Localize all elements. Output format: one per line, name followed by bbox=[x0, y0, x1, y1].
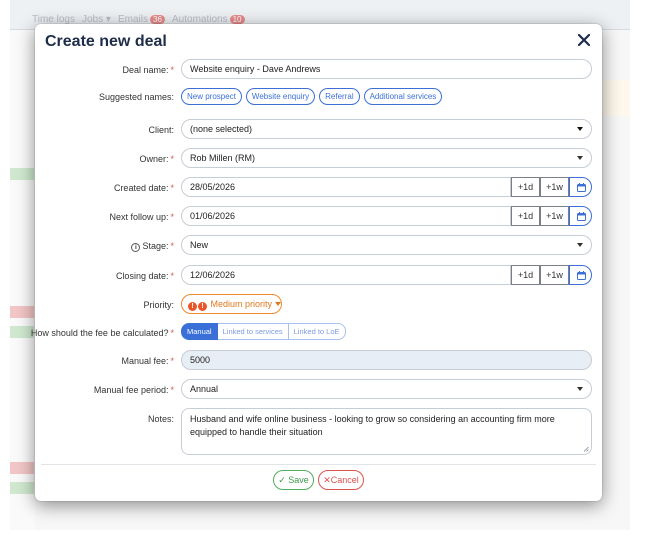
notes-row: Notes: Husband and wife online business … bbox=[35, 408, 602, 455]
closing-date-label: Closing date: * bbox=[115, 271, 174, 281]
fee-calc-option-linked-loe[interactable]: Linked to LoE bbox=[288, 323, 346, 340]
resize-handle-icon[interactable] bbox=[583, 446, 589, 452]
owner-label: Owner: * bbox=[139, 154, 174, 164]
notes-textarea[interactable]: Husband and wife online business - looki… bbox=[181, 408, 592, 455]
fee-calc-option-manual[interactable]: Manual bbox=[181, 323, 218, 340]
fee-calc-option-linked-services[interactable]: Linked to services bbox=[217, 323, 289, 340]
footer-divider bbox=[41, 464, 596, 465]
cancel-button[interactable]: ✕Cancel bbox=[318, 470, 364, 490]
check-icon: ✓ bbox=[278, 475, 286, 485]
next-follow-up-label: Next follow up: * bbox=[109, 212, 174, 222]
manual-fee-input[interactable]: 5000 bbox=[181, 350, 592, 370]
notes-label: Notes: bbox=[147, 414, 174, 424]
modal-title: Create new deal bbox=[45, 33, 167, 50]
info-icon[interactable]: i bbox=[131, 243, 141, 252]
priority-label: Priority: bbox=[143, 300, 174, 310]
closing-date-calendar-button[interactable] bbox=[569, 265, 592, 285]
x-icon: ✕ bbox=[323, 475, 331, 485]
bg-row-marker bbox=[10, 482, 34, 494]
calendar-icon bbox=[577, 183, 586, 192]
notes-text: Husband and wife online business - looki… bbox=[190, 414, 555, 437]
deal-name-label: Deal name: * bbox=[122, 65, 174, 75]
client-select[interactable]: (none selected) bbox=[181, 119, 592, 139]
fee-calc-label: How should the fee be calculated? * bbox=[30, 328, 174, 338]
bg-row-marker bbox=[10, 168, 34, 180]
chip-additional-services[interactable]: Additional services bbox=[363, 88, 443, 105]
chip-website-enquiry[interactable]: Website enquiry bbox=[245, 88, 316, 105]
created-date-calendar-button[interactable] bbox=[569, 177, 592, 197]
client-row: Client: (none selected) bbox=[35, 119, 602, 141]
created-date-plus-day-button[interactable]: +1d bbox=[511, 177, 540, 197]
suggested-names-row: Suggested names: New prospect Website enq… bbox=[35, 86, 602, 108]
suggested-names-label: Suggested names: bbox=[98, 92, 174, 102]
next-follow-up-plus-day-button[interactable]: +1d bbox=[511, 206, 540, 226]
manual-fee-period-label: Manual fee period: * bbox=[93, 385, 174, 395]
created-date-label: Created date: * bbox=[113, 183, 174, 193]
stage-select[interactable]: New bbox=[181, 235, 592, 255]
priority-dropdown[interactable]: !! Medium priority bbox=[181, 294, 282, 314]
deal-name-input[interactable]: Website enquiry - Dave Andrews bbox=[181, 59, 592, 79]
suggested-names-chips: New prospect Website enquiry Referral Addit… bbox=[181, 86, 446, 108]
manual-fee-row: Manual fee: * 5000 bbox=[35, 350, 602, 372]
fee-calc-row: How should the fee be calculated? * Manua… bbox=[31, 322, 602, 344]
background-side bbox=[10, 30, 35, 530]
manual-fee-period-select[interactable]: Annual bbox=[181, 379, 592, 399]
owner-row: Owner: * Rob Millen (RM) bbox=[35, 148, 602, 170]
closing-date-plus-week-button[interactable]: +1w bbox=[540, 265, 569, 285]
priority-row: Priority: !! Medium priority bbox=[35, 294, 602, 316]
calendar-icon bbox=[577, 212, 586, 221]
created-date-plus-week-button[interactable]: +1w bbox=[540, 177, 569, 197]
bg-row-marker bbox=[10, 462, 34, 474]
next-follow-up-calendar-button[interactable] bbox=[569, 206, 592, 226]
create-deal-modal: Create new deal Deal name: * Website enqu… bbox=[31, 24, 602, 501]
stage-label: i Stage: * bbox=[131, 235, 174, 257]
fee-calc-toggle: Manual Linked to services Linked to LoE bbox=[181, 323, 346, 340]
closing-date-plus-day-button[interactable]: +1d bbox=[511, 265, 540, 285]
next-follow-up-row: Next follow up: * 01/06/2026 +1d +1w bbox=[35, 206, 602, 228]
deal-name-row: Deal name: * Website enquiry - Dave Andre… bbox=[35, 59, 602, 81]
next-follow-up-input[interactable]: 01/06/2026 bbox=[181, 206, 511, 226]
closing-date-input[interactable]: 12/06/2026 bbox=[181, 265, 511, 285]
chevron-down-icon bbox=[275, 302, 282, 306]
closing-date-row: Closing date: * 12/06/2026 +1d +1w bbox=[35, 265, 602, 287]
manual-fee-label: Manual fee: * bbox=[121, 356, 174, 366]
calendar-icon bbox=[577, 271, 586, 280]
manual-fee-period-row: Manual fee period: * Annual bbox=[35, 379, 602, 401]
priority-value: Medium priority bbox=[210, 299, 273, 309]
chip-referral[interactable]: Referral bbox=[319, 88, 360, 105]
stage-row: i Stage: * New bbox=[35, 235, 602, 257]
created-date-row: Created date: * 28/05/2026 +1d +1w bbox=[35, 177, 602, 199]
save-button[interactable]: ✓ Save bbox=[273, 470, 314, 490]
client-label: Client: bbox=[148, 125, 174, 135]
created-date-input[interactable]: 28/05/2026 bbox=[181, 177, 511, 197]
bg-row-marker bbox=[10, 306, 34, 318]
priority-icon: ! bbox=[188, 302, 197, 311]
owner-select[interactable]: Rob Millen (RM) bbox=[181, 148, 592, 168]
close-icon[interactable] bbox=[576, 32, 592, 48]
chip-new-prospect[interactable]: New prospect bbox=[181, 88, 242, 105]
priority-icon: ! bbox=[198, 302, 207, 311]
next-follow-up-plus-week-button[interactable]: +1w bbox=[540, 206, 569, 226]
